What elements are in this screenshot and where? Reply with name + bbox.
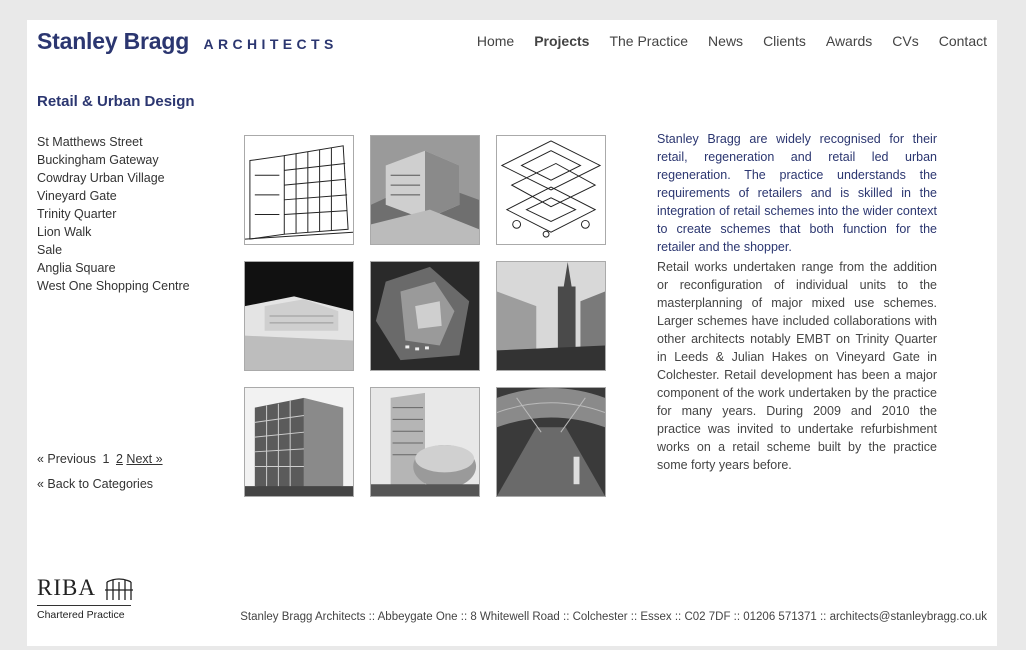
project-thumbnail[interactable] [496,135,606,245]
project-link-west-one[interactable]: West One Shopping Centre [37,277,190,295]
nav-cvs[interactable]: CVs [892,33,918,49]
project-thumbnail[interactable] [370,135,480,245]
nav-clients[interactable]: Clients [763,33,806,49]
project-thumbnail[interactable] [244,135,354,245]
glass-building-image [245,388,353,496]
project-link-vineyard-gate[interactable]: Vineyard Gate [37,187,190,205]
project-thumbnail[interactable] [496,387,606,497]
sketch-building-image [245,136,353,244]
nav-news[interactable]: News [708,33,743,49]
page-title: Retail & Urban Design [37,93,195,110]
rotunda-building-image [371,388,479,496]
project-link-trinity-quarter[interactable]: Trinity Quarter [37,205,190,223]
footer-contact: Stanley Bragg Architects :: Abbeygate On… [240,611,987,623]
body-paragraph: Retail works undertaken range from the a… [657,260,937,472]
pager-current: 1 [102,452,110,466]
nav-projects[interactable]: Projects [534,33,589,49]
project-link-lion-walk[interactable]: Lion Walk [37,223,190,241]
brand-subtitle: ARCHITECTS [203,36,338,52]
intro-paragraph: Stanley Bragg are widely recognised for … [657,132,937,254]
page: Stanley Bragg ARCHITECTS Home Projects T… [27,20,997,646]
project-thumbnail[interactable] [244,387,354,497]
arcade-interior-image [497,388,605,496]
white-model-image [245,262,353,370]
project-thumbnail[interactable] [370,387,480,497]
site-logo[interactable]: Stanley Bragg ARCHITECTS [37,28,338,55]
riba-subtitle: Chartered Practice [37,609,125,621]
project-link-st-matthews-street[interactable]: St Matthews Street [37,133,190,151]
riba-divider [37,605,131,606]
pager-page-2[interactable]: 2 [116,452,123,466]
project-link-buckingham-gateway[interactable]: Buckingham Gateway [37,151,190,169]
brand-name: Stanley Bragg [37,28,190,54]
church-street-image [497,262,605,370]
pager-previous[interactable]: « Previous [37,452,96,466]
project-link-anglia-square[interactable]: Anglia Square [37,259,190,277]
night-model-image [371,262,479,370]
project-link-sale[interactable]: Sale [37,241,190,259]
masterplan-sketch-image [497,136,605,244]
nav-the-practice[interactable]: The Practice [609,33,688,49]
project-thumbnail[interactable] [496,261,606,371]
nav-home[interactable]: Home [477,33,514,49]
pagination: « Previous 1 2 Next » [37,452,163,466]
riba-logo: RIBA Chartered Practice [37,575,137,621]
back-to-categories-link[interactable]: « Back to Categories [37,477,153,491]
model-building-image [371,136,479,244]
project-link-cowdray-urban-village[interactable]: Cowdray Urban Village [37,169,190,187]
project-thumbnail[interactable] [370,261,480,371]
nav-awards[interactable]: Awards [826,33,872,49]
project-thumbnail[interactable] [244,261,354,371]
pager-next[interactable]: Next » [126,452,162,466]
main-nav: Home Projects The Practice News Clients … [457,33,987,49]
project-list: St Matthews Street Buckingham Gateway Co… [37,133,190,295]
nav-contact[interactable]: Contact [939,33,987,49]
riba-crest-icon [105,578,133,600]
